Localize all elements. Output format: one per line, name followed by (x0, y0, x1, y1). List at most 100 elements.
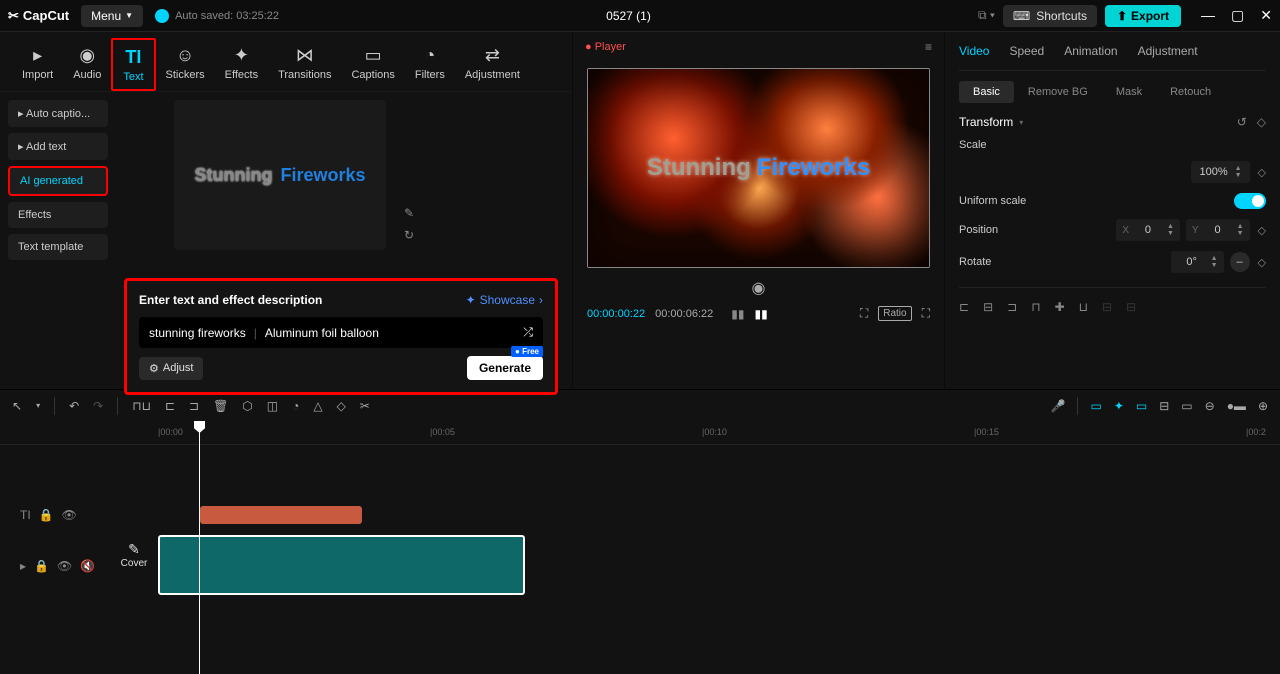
speed-tool-icon[interactable]: ◔ (292, 399, 299, 413)
track-height-icon[interactable]: ⊟ (1159, 399, 1169, 413)
subtab-retouch[interactable]: Retouch (1156, 81, 1225, 103)
zoom-slider[interactable]: ●▬ (1227, 399, 1246, 413)
eye-icon[interactable]: 👁 (57, 559, 72, 573)
uniform-scale-toggle[interactable] (1234, 193, 1266, 209)
tab-effects[interactable]: ✦Effects (215, 38, 268, 91)
align-right-icon[interactable]: ⊐ (1007, 300, 1017, 314)
pointer-tool-icon[interactable]: ↖ (12, 399, 22, 413)
tab-adjustment[interactable]: ⇄Adjustment (455, 38, 530, 91)
adjust-button[interactable]: ⚙ Adjust (139, 357, 203, 380)
ruler-mark: |00:2 (1246, 427, 1266, 437)
magnet-icon[interactable]: ▭ (1090, 399, 1101, 413)
player-menu-icon[interactable]: ≡ (925, 40, 932, 54)
rotate-keyframe-icon[interactable]: ◇ (1258, 256, 1266, 269)
speed-icon[interactable]: ◉ (573, 278, 944, 298)
ratio-button[interactable]: Ratio (878, 306, 911, 321)
minimize-button[interactable]: — (1201, 7, 1215, 24)
delete-icon[interactable]: 🗑 (213, 399, 228, 413)
subtab-mask[interactable]: Mask (1102, 81, 1156, 103)
close-button[interactable]: ✕ (1260, 7, 1272, 24)
menu-button[interactable]: Menu▼ (81, 5, 143, 27)
rotate-input[interactable]: 0°▲▼ (1171, 251, 1224, 273)
keyboard-icon: ⌨ (1013, 9, 1030, 23)
sidebar-item-add-text[interactable]: ▸ Add text (8, 133, 108, 160)
mic-icon[interactable]: 🎤 (1051, 399, 1066, 413)
align-top-icon[interactable]: ⊓ (1031, 300, 1040, 314)
generate-button[interactable]: ● Free Generate (467, 356, 543, 380)
maximize-button[interactable]: ▢ (1231, 7, 1244, 24)
sidebar-item-effects[interactable]: Effects (8, 202, 108, 228)
tab-audio[interactable]: ◉Audio (63, 38, 111, 91)
props-tab-adjustment[interactable]: Adjustment (1138, 44, 1198, 58)
align-center-h-icon[interactable]: ⊟ (983, 300, 993, 314)
showcase-link[interactable]: ✦ Showcase › (466, 293, 543, 307)
tab-stickers[interactable]: ☺Stickers (156, 38, 215, 91)
redo-icon[interactable]: ↷ (93, 399, 103, 413)
align-center-v-icon[interactable]: ✚ (1055, 300, 1065, 314)
props-tab-video[interactable]: Video (959, 44, 989, 58)
sidebar-item-ai-generated[interactable]: AI generated (8, 166, 108, 196)
undo-icon[interactable]: ↶ (69, 399, 79, 413)
keyframe-icon[interactable]: ◇ (1257, 115, 1266, 129)
text-preview-thumb[interactable]: Stunning Fireworks ✎ ↻ (174, 100, 386, 250)
props-tab-speed[interactable]: Speed (1009, 44, 1044, 58)
tab-filters[interactable]: ◔Filters (405, 38, 455, 91)
export-button[interactable]: ⬆ Export (1105, 5, 1181, 27)
shortcuts-button[interactable]: ⌨ Shortcuts (1003, 5, 1097, 27)
align-bottom-icon[interactable]: ⊔ (1079, 300, 1088, 314)
edit-icon[interactable]: ✎ (404, 206, 414, 220)
lock-icon[interactable]: 🔒 (34, 559, 49, 573)
preview-mode-icon[interactable]: ▭ (1181, 399, 1192, 413)
position-x-input[interactable]: X0▲▼ (1116, 219, 1180, 241)
tab-captions[interactable]: ▭Captions (341, 38, 404, 91)
video-preview[interactable]: Stunning Fireworks (587, 68, 930, 268)
rotate-tool-icon[interactable]: ◇ (337, 399, 346, 413)
mirror-icon[interactable]: △ (313, 399, 322, 413)
distribute-v-icon[interactable]: ⊟ (1126, 300, 1136, 314)
distribute-h-icon[interactable]: ⊟ (1102, 300, 1112, 314)
crop-icon[interactable]: ⛶ (860, 306, 868, 321)
subtab-removebg[interactable]: Remove BG (1014, 81, 1102, 103)
crop-tool-icon[interactable]: ◫ (267, 399, 278, 413)
position-y-input[interactable]: Y0▲▼ (1186, 219, 1250, 241)
tab-transitions[interactable]: ⋈Transitions (268, 38, 341, 91)
sidebar-item-text-template[interactable]: Text template (8, 234, 108, 260)
props-tab-animation[interactable]: Animation (1064, 44, 1117, 58)
split-icon[interactable]: ⊓⊔ (132, 399, 151, 413)
zoom-fit-icon[interactable]: ⊕ (1258, 399, 1268, 413)
text-clip[interactable] (200, 506, 362, 524)
mask-tool-icon[interactable]: ⬡ (242, 399, 252, 413)
zoom-out-icon[interactable]: ⊖ (1205, 399, 1215, 413)
scale-input[interactable]: 100% ▲▼ (1191, 161, 1250, 183)
mute-icon[interactable]: 🔇 (80, 559, 95, 573)
prev-frame-icon[interactable]: ▮▮ (731, 307, 744, 321)
eye-icon[interactable]: 👁 (62, 508, 77, 522)
rotate-indicator-icon[interactable]: – (1230, 252, 1250, 272)
link-icon[interactable]: ▭ (1136, 399, 1147, 413)
sidebar-item-auto-captions[interactable]: ▸ Auto captio... (8, 100, 108, 127)
playhead[interactable] (199, 421, 200, 674)
ai-text-input[interactable]: stunning fireworks | Aluminum foil ballo… (139, 317, 543, 348)
preview-text: Stunning Fireworks (194, 165, 365, 186)
refresh-icon[interactable]: ↻ (404, 228, 414, 242)
layout-icon[interactable]: ⧉ ▾ (978, 8, 995, 23)
lock-icon[interactable]: 🔒 (39, 508, 54, 522)
crop-frame-icon[interactable]: ✂ (360, 399, 370, 413)
tab-text[interactable]: TIText (111, 38, 155, 91)
subtab-basic[interactable]: Basic (959, 81, 1014, 103)
input-panel-title: Enter text and effect description (139, 293, 322, 307)
tab-import[interactable]: ▸Import (12, 38, 63, 91)
snap-icon[interactable]: ✦ (1114, 399, 1124, 413)
position-keyframe-icon[interactable]: ◇ (1258, 224, 1266, 237)
fullscreen-icon[interactable]: ⛶ (922, 306, 930, 321)
trim-left-icon[interactable]: ⊏ (165, 399, 175, 413)
cover-button[interactable]: ✎ Cover (114, 541, 154, 569)
timeline-ruler[interactable]: |00:00 |00:05 |00:10 |00:15 |00:2 (0, 421, 1280, 445)
align-left-icon[interactable]: ⊏ (959, 300, 969, 314)
scale-keyframe-icon[interactable]: ◇ (1258, 166, 1266, 179)
shuffle-icon[interactable]: ⤮ (523, 325, 533, 340)
trim-right-icon[interactable]: ⊐ (189, 399, 199, 413)
play-pause-icon[interactable]: ▮▮ (754, 307, 767, 321)
reset-icon[interactable]: ↺ (1237, 115, 1247, 129)
video-clip[interactable] (158, 535, 525, 595)
